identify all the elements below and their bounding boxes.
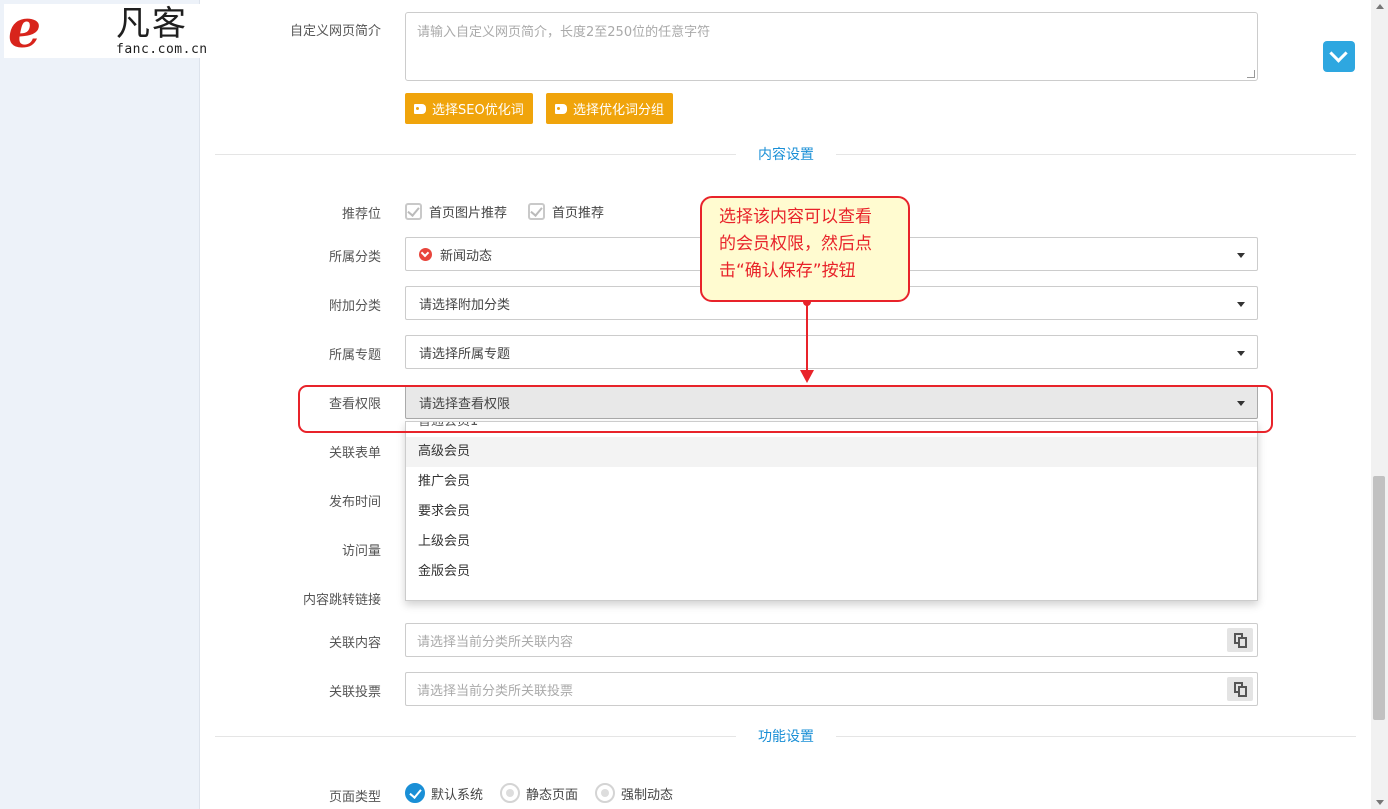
radio-static-page[interactable]: 静态页面 (500, 783, 578, 803)
tag-icon (555, 103, 567, 114)
scroll-down-icon[interactable] (1376, 800, 1384, 805)
select-word-group-button[interactable]: 选择优化词分组 (546, 93, 674, 124)
dropdown-option[interactable]: 高级会员 (406, 437, 1257, 467)
logo: e 凡客 fanc.com.cn (4, 4, 222, 58)
related-vote-input[interactable]: 请选择当前分类所关联投票 (405, 672, 1258, 706)
related-vote-placeholder: 请选择当前分类所关联投票 (417, 683, 574, 699)
related-content-label: 关联内容 (328, 636, 381, 651)
dropdown-option[interactable]: 上级会员 (406, 527, 1257, 557)
topic-label: 所属专题 (328, 348, 381, 363)
desc-textarea[interactable]: 请输入自定义网页简介，长度2至250位的任意字符 (405, 12, 1258, 81)
views-label: 访问量 (341, 544, 381, 559)
logo-name: 凡客 (116, 4, 188, 44)
permission-dropdown: 普通会员1 高级会员 推广会员 要求会员 上级会员 金版会员 (405, 421, 1258, 601)
dropdown-option[interactable]: 金版会员 (406, 557, 1257, 587)
logo-domain: fanc.com.cn (116, 42, 208, 57)
scrollbar[interactable] (1371, 0, 1388, 809)
checkbox-home-recommend[interactable]: 首页推荐 (528, 202, 604, 221)
form-label: 关联表单 (328, 446, 381, 461)
annotation-highlight-ring (298, 385, 1273, 433)
copy-icon[interactable] (1227, 628, 1253, 652)
checkbox-icon (528, 203, 545, 220)
chevron-circle-icon (419, 247, 432, 261)
topic-value: 请选择所属专题 (419, 346, 511, 362)
resize-grip-icon[interactable] (1247, 70, 1255, 78)
radio-checked-icon (405, 783, 425, 803)
recommend-label: 推荐位 (341, 207, 381, 222)
checkbox-icon (405, 203, 422, 220)
caret-down-icon (1237, 253, 1245, 258)
checkbox-home-image-recommend[interactable]: 首页图片推荐 (405, 202, 507, 221)
arrow-down-icon (800, 370, 814, 383)
extra-category-label: 附加分类 (328, 299, 381, 314)
category-value: 新闻动态 (440, 248, 493, 264)
related-content-input[interactable]: 请选择当前分类所关联内容 (405, 623, 1258, 657)
radio-label: 默认系统 (431, 787, 484, 803)
tag-icon (414, 103, 426, 114)
desc-label: 自定义网页简介 (289, 24, 381, 39)
caret-down-icon (1237, 302, 1245, 307)
dropdown-option[interactable]: 要求会员 (406, 497, 1257, 527)
annotation-line: 的会员权限，然后点 (719, 234, 872, 254)
logo-mark: e (8, 0, 42, 60)
desc-placeholder: 请输入自定义网页简介，长度2至250位的任意字符 (417, 25, 711, 40)
checkbox-label: 首页推荐 (552, 206, 605, 221)
checkbox-label: 首页图片推荐 (429, 206, 508, 221)
radio-force-dynamic[interactable]: 强制动态 (595, 783, 673, 803)
caret-down-icon (1237, 351, 1245, 356)
extra-category-value: 请选择附加分类 (419, 297, 511, 313)
annotation-line: 选择该内容可以查看 (719, 207, 872, 227)
select-seo-words-button[interactable]: 选择SEO优化词 (405, 93, 533, 124)
dropdown-option[interactable]: 推广会员 (406, 467, 1257, 497)
annotation-arrow-line (806, 302, 808, 376)
function-section-title: 功能设置 (736, 726, 836, 746)
radio-label: 强制动态 (621, 787, 674, 803)
annotation-line: 击“确认保存”按钮 (719, 261, 856, 281)
radio-icon (500, 783, 520, 803)
publish-time-label: 发布时间 (328, 495, 381, 510)
scroll-up-icon[interactable] (1376, 4, 1384, 9)
content-section-title: 内容设置 (736, 144, 836, 164)
related-vote-label: 关联投票 (328, 685, 381, 700)
chevron-down-icon[interactable] (1323, 41, 1355, 72)
copy-icon[interactable] (1227, 677, 1253, 701)
category-label: 所属分类 (328, 250, 381, 265)
radio-icon (595, 783, 615, 803)
sidebar: e 凡客 fanc.com.cn (0, 0, 222, 809)
topic-select[interactable]: 请选择所属专题 (405, 335, 1258, 369)
scrollbar-thumb[interactable] (1373, 476, 1385, 720)
radio-default-system[interactable]: 默认系统 (405, 783, 483, 803)
select-seo-words-label: 选择SEO优化词 (432, 103, 524, 118)
annotation-callout: 选择该内容可以查看 的会员权限，然后点 击“确认保存”按钮 (700, 196, 910, 302)
select-word-group-label: 选择优化词分组 (573, 103, 665, 118)
redirect-label: 内容跳转链接 (302, 593, 381, 608)
radio-label: 静态页面 (526, 787, 579, 803)
related-content-placeholder: 请选择当前分类所关联内容 (417, 634, 574, 650)
page-type-label: 页面类型 (328, 790, 381, 805)
